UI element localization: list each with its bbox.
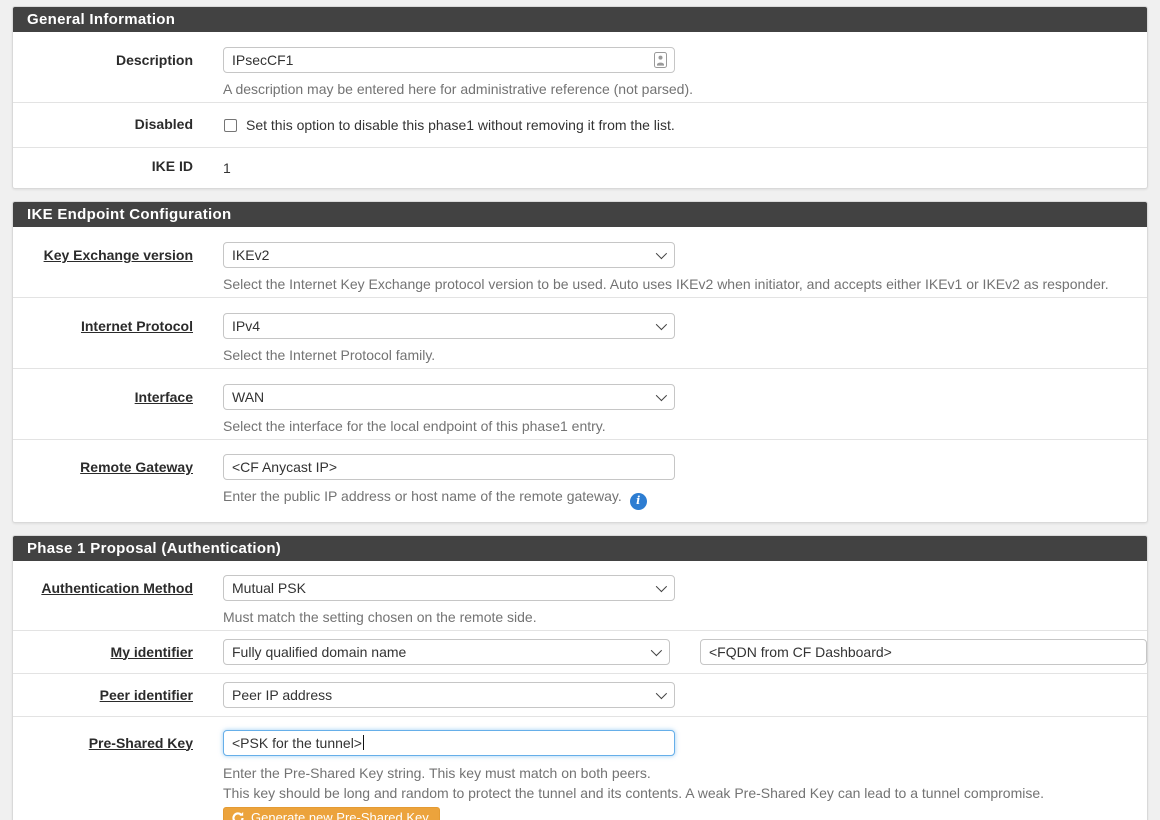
authentication-method-help: Must match the setting chosen on the rem… xyxy=(223,607,1147,627)
remote-gateway-input[interactable] xyxy=(223,454,675,480)
row-internet-protocol: Internet Protocol IPv4 Select the Intern… xyxy=(13,297,1147,368)
disabled-checkbox[interactable] xyxy=(224,119,237,132)
key-exchange-version-select[interactable]: IKEv2 xyxy=(223,242,675,268)
row-description: Description A description may be entered… xyxy=(13,32,1147,102)
peer-identifier-label: Peer identifier xyxy=(13,682,193,703)
section-title-general-information: General Information xyxy=(13,7,1147,32)
my-identifier-label: My identifier xyxy=(13,639,193,660)
key-exchange-version-label: Key Exchange version xyxy=(13,242,193,263)
internet-protocol-label: Internet Protocol xyxy=(13,313,193,334)
chevron-down-icon xyxy=(656,580,667,591)
panel-general-information: General Information Description A descri… xyxy=(12,6,1148,189)
peer-identifier-value: Peer IP address xyxy=(232,687,656,703)
section-title-ike-endpoint-configuration: IKE Endpoint Configuration xyxy=(13,202,1147,227)
interface-select[interactable]: WAN xyxy=(223,384,675,410)
key-exchange-version-value: IKEv2 xyxy=(232,247,656,263)
description-label: Description xyxy=(13,47,193,68)
generate-psk-button-label: Generate new Pre-Shared Key xyxy=(251,810,429,820)
row-authentication-method: Authentication Method Mutual PSK Must ma… xyxy=(13,561,1147,630)
refresh-icon xyxy=(231,811,245,820)
chevron-down-icon xyxy=(656,390,667,401)
interface-help: Select the interface for the local endpo… xyxy=(223,416,1147,436)
panel-phase1-proposal-authentication: Phase 1 Proposal (Authentication) Authen… xyxy=(12,535,1148,820)
row-my-identifier: My identifier Fully qualified domain nam… xyxy=(13,630,1147,673)
key-exchange-version-help: Select the Internet Key Exchange protoco… xyxy=(223,274,1147,294)
interface-value: WAN xyxy=(232,389,656,405)
ike-id-label: IKE ID xyxy=(13,158,193,174)
my-identifier-select[interactable]: Fully qualified domain name xyxy=(223,639,670,665)
internet-protocol-value: IPv4 xyxy=(232,318,656,334)
authentication-method-select[interactable]: Mutual PSK xyxy=(223,575,675,601)
generate-psk-button[interactable]: Generate new Pre-Shared Key xyxy=(223,807,440,820)
chevron-down-icon xyxy=(651,644,662,655)
row-remote-gateway: Remote Gateway Enter the public IP addre… xyxy=(13,439,1147,522)
remote-gateway-label: Remote Gateway xyxy=(13,454,193,475)
disabled-label: Disabled xyxy=(13,115,193,132)
text-cursor xyxy=(363,735,364,750)
pre-shared-key-label: Pre-Shared Key xyxy=(13,730,193,751)
chevron-down-icon xyxy=(656,248,667,259)
description-input[interactable] xyxy=(223,47,675,73)
my-identifier-value: Fully qualified domain name xyxy=(232,644,651,660)
page: General Information Description A descri… xyxy=(0,0,1160,820)
row-interface: Interface WAN Select the interface for t… xyxy=(13,368,1147,439)
authentication-method-label: Authentication Method xyxy=(13,575,193,596)
interface-label: Interface xyxy=(13,384,193,405)
internet-protocol-help: Select the Internet Protocol family. xyxy=(223,345,1147,365)
panel-ike-endpoint-configuration: IKE Endpoint Configuration Key Exchange … xyxy=(12,201,1148,523)
chevron-down-icon xyxy=(656,319,667,330)
section-title-phase1-proposal: Phase 1 Proposal (Authentication) xyxy=(13,536,1147,561)
pre-shared-key-help: Enter the Pre-Shared Key string. This ke… xyxy=(223,763,1147,783)
description-help: A description may be entered here for ad… xyxy=(223,79,1147,99)
pre-shared-key-value: <PSK for the tunnel> xyxy=(232,735,362,751)
row-pre-shared-key: Pre-Shared Key <PSK for the tunnel> Ente… xyxy=(13,716,1147,820)
chevron-down-icon xyxy=(656,687,667,698)
my-identifier-data-input[interactable] xyxy=(700,639,1147,665)
row-key-exchange-version: Key Exchange version IKEv2 Select the In… xyxy=(13,227,1147,297)
pre-shared-key-input[interactable]: <PSK for the tunnel> xyxy=(223,730,675,756)
internet-protocol-select[interactable]: IPv4 xyxy=(223,313,675,339)
row-disabled: Disabled Set this option to disable this… xyxy=(13,102,1147,147)
ike-id-value: 1 xyxy=(223,158,1147,178)
authentication-method-value: Mutual PSK xyxy=(232,580,656,596)
row-ike-id: IKE ID 1 xyxy=(13,147,1147,188)
info-icon[interactable]: i xyxy=(630,493,647,510)
autofill-icon[interactable] xyxy=(654,52,667,68)
remote-gateway-help: Enter the public IP address or host name… xyxy=(223,488,622,504)
disabled-checkbox-text: Set this option to disable this phase1 w… xyxy=(246,115,675,135)
peer-identifier-select[interactable]: Peer IP address xyxy=(223,682,675,708)
row-peer-identifier: Peer identifier Peer IP address xyxy=(13,673,1147,716)
pre-shared-key-help2: This key should be long and random to pr… xyxy=(223,783,1147,803)
